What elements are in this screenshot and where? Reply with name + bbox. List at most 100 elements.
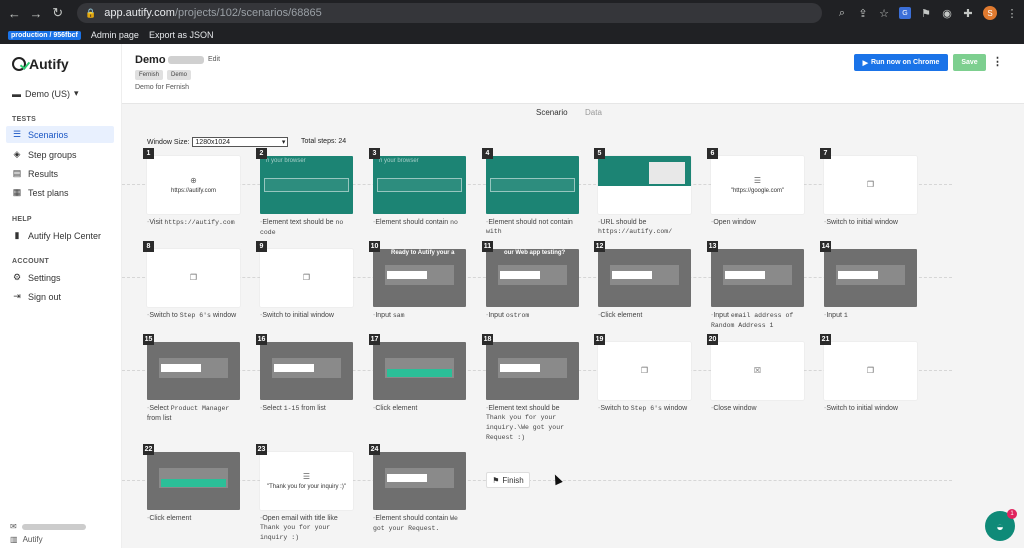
step-label: -Switch to initial window [260, 311, 354, 320]
step-value: Step 6's [179, 312, 211, 319]
step-label: -Element text should be Thank you for yo… [486, 404, 580, 443]
step-screenshot[interactable]: our Web app testing? [486, 249, 579, 307]
caret-down-icon: ▾ [74, 88, 79, 98]
sidebar-item-label: Step groups [28, 149, 77, 160]
browser-menu-icon[interactable]: ⋮ [1006, 7, 1018, 20]
reload-icon[interactable]: ↻ [49, 4, 66, 22]
document-icon: ☰ [302, 471, 311, 481]
step-number: 16 [256, 334, 267, 345]
tests-section-label: TESTS [12, 116, 37, 123]
more-options-icon[interactable]: ⋮ [992, 55, 1003, 68]
step-number: 2 [256, 148, 267, 159]
address-bar[interactable]: 🔒 app.autify.com/projects/102/scenarios/… [77, 3, 823, 23]
finish-label: Finish [502, 475, 524, 485]
step-screenshot[interactable] [824, 249, 917, 307]
step-label: -Click element [373, 404, 467, 413]
step-screenshot[interactable]: h your browser [260, 156, 353, 214]
step-screenshot[interactable] [598, 249, 691, 307]
step-screenshot[interactable] [373, 342, 466, 400]
save-button[interactable]: Save [953, 54, 986, 71]
sidebar-item-results[interactable]: ▤ Results [6, 165, 114, 182]
step-screenshot[interactable] [598, 156, 691, 214]
step-number: 15 [143, 334, 154, 345]
workspace-selector[interactable]: ▬ Demo (US) ▾ [12, 88, 79, 99]
step-number: 1 [143, 148, 154, 159]
step-screenshot[interactable] [711, 249, 804, 307]
share-icon[interactable]: ⇪ [857, 7, 869, 20]
site-screenshot [649, 162, 685, 184]
step-action: URL should be [600, 219, 647, 226]
autify-logo[interactable]: Autify [12, 56, 69, 72]
step-screenshot[interactable]: h your browser [373, 156, 466, 214]
step-action: Click element [375, 405, 418, 412]
globe-icon: ⊕ [190, 175, 197, 185]
step-action: Element should not contain [488, 219, 573, 226]
bookmark-export-json[interactable]: Export as JSON [149, 30, 214, 40]
profile-avatar[interactable]: S [983, 6, 998, 20]
step-screenshot[interactable]: ❐ [147, 249, 240, 307]
step-screenshot[interactable] [486, 156, 579, 214]
step-screenshot[interactable] [147, 452, 240, 510]
sidebar-item-label: Results [28, 168, 59, 179]
star-icon[interactable]: ☆ [878, 7, 890, 20]
step-preview-text: Ready to Autify your a [391, 250, 455, 256]
step-value: Thank you for your inquiry :) [260, 524, 331, 542]
sidebar-item-step-groups[interactable]: ◈ Step groups [6, 146, 114, 163]
step-screenshot[interactable] [486, 342, 579, 400]
step-action: Switch to [600, 405, 631, 412]
logo-text: Autify [29, 56, 69, 72]
extension-flag-icon[interactable]: ⚑ [920, 7, 932, 20]
bookmarks-bar: production / 956fbcf Admin page Export a… [0, 26, 1024, 44]
tab-scenario[interactable]: Scenario [536, 108, 568, 117]
step-screenshot[interactable] [260, 342, 353, 400]
step-number: 3 [369, 148, 380, 159]
step-screenshot[interactable]: ❐ [824, 156, 917, 214]
tag[interactable]: Demo [167, 70, 192, 80]
step-screenshot[interactable]: ❐ [260, 249, 353, 307]
step-preview-text: h your browser [379, 158, 419, 164]
sidebar-item-settings[interactable]: ⚙ Settings [6, 269, 114, 286]
forward-icon[interactable]: → [28, 4, 45, 22]
scenario-canvas: Window Size: 1280x1024 ▾ Total steps: 24… [122, 122, 1024, 548]
extensions-puzzle-icon[interactable]: ✚ [962, 7, 974, 20]
step-screenshot[interactable]: ☒ [711, 342, 804, 400]
step-number: 7 [820, 148, 831, 159]
finish-button[interactable]: ⚑ Finish [486, 472, 530, 488]
step-screenshot[interactable]: ⊕ https://autify.com [147, 156, 240, 214]
step-preview: ☒ [748, 365, 767, 377]
step-screenshot[interactable] [373, 452, 466, 510]
step-value: ostrom [505, 312, 530, 319]
step-value: https://autify.com [164, 219, 235, 226]
sidebar-item-scenarios[interactable]: ☰ Scenarios [6, 126, 114, 143]
sidebar-item-sign-out[interactable]: ⇥ Sign out [6, 288, 114, 305]
account-section-label: ACCOUNT [12, 258, 50, 265]
window-icon: ❐ [189, 273, 198, 282]
step-screenshot[interactable]: Ready to Autify your a [373, 249, 466, 307]
highlighted-element [838, 271, 878, 279]
back-icon[interactable]: ← [6, 4, 23, 22]
autify-logo-icon [12, 57, 26, 71]
highlighted-element [612, 271, 652, 279]
step-screenshot[interactable]: ❐ [598, 342, 691, 400]
step-action-suffix: window [210, 312, 237, 319]
highlight-box [264, 178, 349, 192]
step-value: 1 [843, 312, 848, 319]
window-size-select[interactable]: 1280x1024 ▾ [192, 137, 289, 147]
zoom-icon[interactable]: ⌕ [836, 7, 848, 19]
extension-circle-icon[interactable]: ◉ [941, 7, 953, 20]
tag[interactable]: Fernish [135, 70, 164, 80]
edit-link[interactable]: Edit [208, 56, 220, 63]
window-size-label: Window Size: [147, 138, 190, 146]
step-screenshot[interactable] [147, 342, 240, 400]
tab-data[interactable]: Data [585, 108, 602, 117]
highlighted-element [387, 474, 427, 482]
step-screenshot[interactable]: ☰ "https://google.com" [711, 156, 804, 214]
step-screenshot[interactable]: ☰ "Thank you for your inquiry :)" [260, 452, 353, 510]
extension-translate-icon[interactable]: G [899, 7, 912, 19]
sidebar-item-test-plans[interactable]: ▦ Test plans [6, 184, 114, 201]
bookmark-admin-page[interactable]: Admin page [91, 30, 139, 40]
step-screenshot[interactable]: ❐ [824, 342, 917, 400]
url-path: /projects/102/scenarios/68865 [174, 7, 322, 19]
sidebar-item-help-center[interactable]: ▮ Autify Help Center [6, 227, 114, 244]
run-now-button[interactable]: ▶ Run now on Chrome [854, 54, 948, 71]
